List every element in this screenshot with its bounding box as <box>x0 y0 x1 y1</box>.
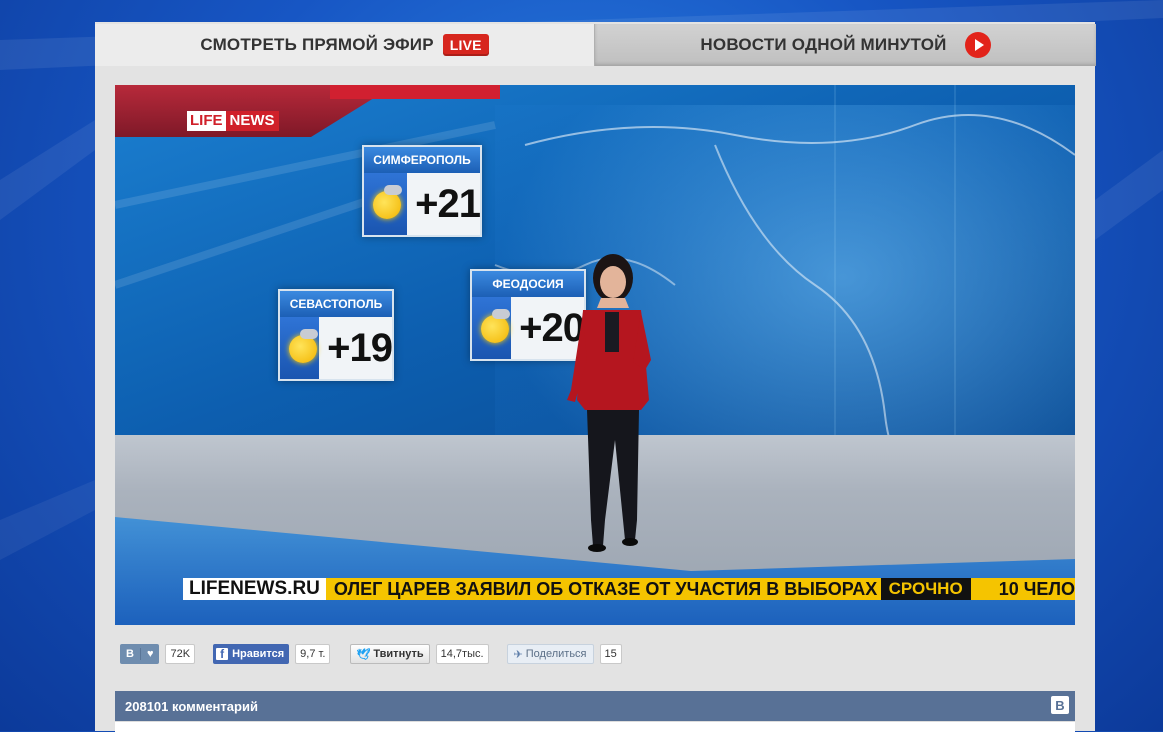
tab-one-minute-news[interactable]: НОВОСТИ ОДНОЙ МИНУТОЙ <box>594 24 1096 66</box>
share-count: 15 <box>599 644 622 664</box>
sun-cloud-icon <box>472 297 512 359</box>
comments-count-title: 208101 комментарий <box>125 698 258 714</box>
ticker-urgent: СРОЧНО <box>880 578 971 600</box>
weather-temp: +21 <box>415 181 481 226</box>
vk-like-button[interactable]: В ♥ <box>120 644 160 664</box>
vk-logo-icon[interactable]: В <box>1051 696 1069 714</box>
sun-cloud-icon <box>280 317 320 379</box>
tab-live-stream[interactable]: СМОТРЕТЬ ПРЯМОЙ ЭФИР LIVE <box>95 24 594 66</box>
tweet-label: Твитнуть <box>373 648 424 660</box>
ticker-headline: ОЛЕГ ЦАРЕВ ЗАЯВИЛ ОБ ОТКАЗЕ ОТ УЧАСТИЯ В… <box>333 578 878 599</box>
presenter <box>567 254 651 552</box>
tab-bar: СМОТРЕТЬ ПРЯМОЙ ЭФИР LIVE НОВОСТИ ОДНОЙ … <box>95 24 1096 66</box>
sun-cloud-icon <box>364 173 408 235</box>
comments-header: 208101 комментарий В <box>115 691 1075 721</box>
vk-like-count: 72K <box>165 644 196 664</box>
play-icon <box>964 32 991 58</box>
content-panel: СМОТРЕТЬ ПРЯМОЙ ЭФИР LIVE НОВОСТИ ОДНОЙ … <box>95 22 1096 732</box>
weather-city: СЕВАСТОПОЛЬ <box>280 291 392 317</box>
video-player[interactable]: LIFE NEWS СИМФЕРОПОЛЬ +21 СЕВАСТОПОЛЬ +1… <box>115 85 1075 625</box>
red-strip <box>330 85 500 99</box>
news-ticker: LIFENEWS.RU ОЛЕГ ЦАРЕВ ЗАЯВИЛ ОБ ОТКАЗЕ … <box>183 578 1075 600</box>
tweet-button[interactable]: 🕊 Твитнуть <box>350 644 430 664</box>
facebook-like-button[interactable]: f Нравится <box>213 644 290 664</box>
facebook-icon: f <box>216 647 229 661</box>
tab-news-label: НОВОСТИ ОДНОЙ МИНУТОЙ <box>700 35 947 54</box>
twitter-bird-icon: 🕊 <box>356 648 371 661</box>
lifenews-logo: LIFE NEWS <box>187 111 279 131</box>
ticker-site: LIFENEWS.RU <box>183 578 326 600</box>
live-badge: LIVE <box>442 34 489 56</box>
weather-city: СИМФЕРОПОЛЬ <box>364 147 480 173</box>
facebook-like-count: 9,7 т. <box>295 644 331 664</box>
share-button[interactable]: ✈ Поделиться <box>506 644 594 664</box>
share-bar: В ♥ 72K f Нравится 9,7 т. 🕊 Твитнуть 14,… <box>120 643 622 665</box>
weather-temp: +19 <box>327 325 393 370</box>
heart-icon: ♥ <box>146 648 154 660</box>
tab-live-label: СМОТРЕТЬ ПРЯМОЙ ЭФИР <box>200 35 434 54</box>
vk-icon: В <box>120 648 141 660</box>
share-label: Поделиться <box>525 648 587 660</box>
share-bird-icon: ✈ <box>513 648 523 661</box>
weather-card: СИМФЕРОПОЛЬ +21 <box>362 145 482 237</box>
tweet-count: 14,7тыс. <box>435 644 489 664</box>
comments-area <box>115 721 1075 732</box>
ticker-rest: 10 ЧЕЛО <box>998 578 1075 599</box>
weather-card: СЕВАСТОПОЛЬ +19 <box>278 289 394 381</box>
facebook-like-label: Нравится <box>232 648 285 660</box>
